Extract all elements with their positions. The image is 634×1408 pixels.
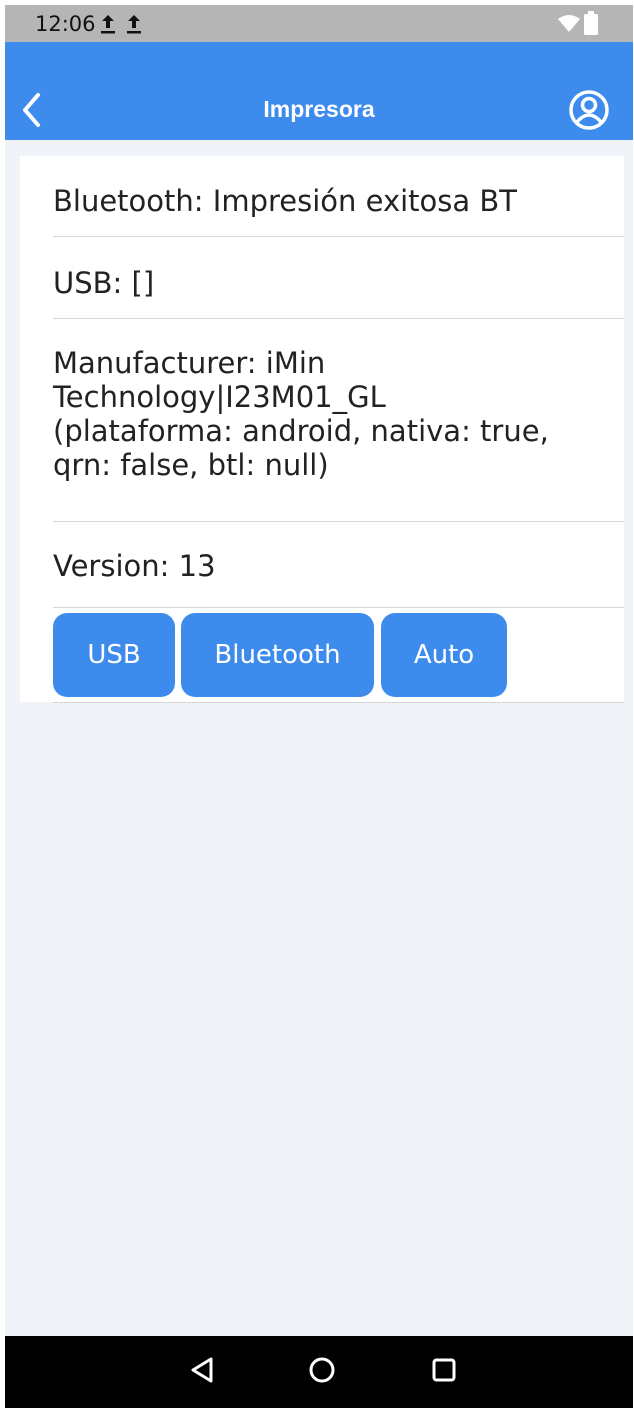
usb-button[interactable]: USB — [53, 613, 175, 697]
version-text: Version: 13 — [53, 549, 216, 583]
bluetooth-button[interactable]: Bluetooth — [181, 613, 374, 697]
status-time: 12:06 — [35, 12, 96, 36]
connection-buttons: USB Bluetooth Auto — [53, 608, 624, 703]
battery-icon — [584, 11, 598, 35]
manufacturer-line: (plataforma: android, nativa: true, — [53, 414, 549, 448]
manufacturer-row: Manufacturer: iMin Technology|I23M01_GL … — [53, 319, 624, 522]
manufacturer-line: qrn: false, btl: null) — [53, 448, 329, 482]
bluetooth-status-row: Bluetooth: Impresión exitosa BT — [53, 156, 624, 237]
upload-icon — [127, 15, 141, 34]
home-circle-icon[interactable] — [308, 1356, 336, 1384]
page-title: Impresora — [263, 96, 375, 122]
auto-button[interactable]: Auto — [381, 613, 507, 697]
wifi-icon — [558, 15, 580, 32]
manufacturer-text: Manufacturer: iMin Technology|I23M01_GL … — [53, 346, 613, 482]
navigation-bar — [5, 1336, 633, 1408]
upload-icon — [101, 15, 115, 34]
account-circle-icon — [569, 90, 609, 130]
manufacturer-line: Manufacturer: iMin — [53, 346, 326, 380]
usb-status-text: USB: [] — [53, 266, 155, 300]
status-bar: 12:06 — [5, 5, 633, 42]
manufacturer-line: Technology|I23M01_GL — [53, 380, 386, 414]
app-bar: Impresora — [5, 42, 633, 140]
recents-square-icon[interactable] — [431, 1356, 457, 1384]
bluetooth-status-text: Bluetooth: Impresión exitosa BT — [53, 184, 517, 218]
back-triangle-icon[interactable] — [189, 1356, 215, 1384]
printer-info-card: Bluetooth: Impresión exitosa BT USB: [] … — [20, 156, 624, 703]
usb-status-row: USB: [] — [53, 237, 624, 319]
version-row: Version: 13 — [53, 522, 624, 608]
phone-screen: 12:06 Impresora Bluetooth: Impresión exi… — [5, 5, 633, 1408]
account-button[interactable] — [567, 88, 611, 132]
